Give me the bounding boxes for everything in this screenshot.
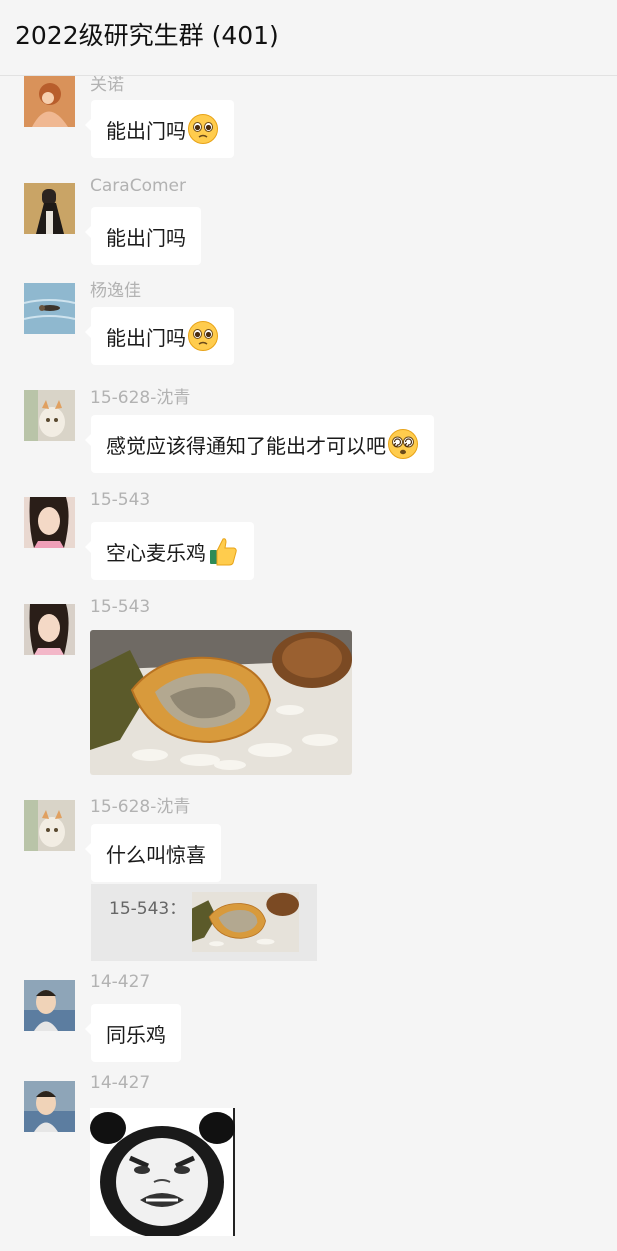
message-text: 能出门吗 — [106, 118, 186, 143]
message-bubble[interactable]: 能出门吗 — [85, 100, 234, 158]
sender-name: 15-543 — [90, 597, 151, 617]
pleading-face-icon — [188, 114, 218, 144]
chat-title: 2022级研究生群 (401) — [15, 21, 279, 50]
avatar[interactable] — [24, 604, 75, 655]
quote-sender: 15-543： — [109, 899, 187, 919]
thumbs-up-icon — [210, 538, 237, 566]
quoted-photo-thumbnail[interactable] — [192, 892, 299, 952]
message-bubble[interactable]: 感觉应该得通知了能出才可以吧 — [85, 415, 434, 473]
panda-meme-sticker[interactable] — [90, 1108, 235, 1236]
avatar[interactable] — [24, 497, 75, 548]
sender-name: 15-628-沈青 — [90, 388, 191, 408]
sender-name: 杨逸佳 — [90, 281, 141, 301]
quoted-message[interactable]: 15-543： — [91, 884, 317, 961]
message-bubble[interactable]: 能出门吗 — [85, 207, 201, 265]
avatar[interactable] — [24, 980, 75, 1031]
message-list[interactable]: 关诺 能出门吗 CaraComer 能出门吗 杨逸佳 能出门吗 15-628-沈… — [0, 76, 617, 1251]
sender-name: CaraComer — [90, 176, 186, 196]
avatar[interactable] — [24, 390, 75, 441]
message-bubble[interactable]: 空心麦乐鸡 — [85, 522, 254, 580]
message-text: 空心麦乐鸡 — [106, 540, 206, 565]
dizzy-face-icon — [388, 429, 418, 459]
avatar[interactable] — [24, 1081, 75, 1132]
avatar[interactable] — [24, 183, 75, 234]
sender-name: 15-628-沈青 — [90, 797, 191, 817]
sender-name: 15-543 — [90, 490, 151, 510]
message-text: 同乐鸡 — [106, 1022, 166, 1047]
message-text: 能出门吗 — [106, 225, 186, 250]
message-text: 能出门吗 — [106, 325, 186, 350]
message-text: 什么叫惊喜 — [106, 842, 206, 867]
message-text: 感觉应该得通知了能出才可以吧 — [106, 433, 386, 458]
avatar[interactable] — [24, 800, 75, 851]
chat-header: 2022级研究生群 (401) — [0, 0, 617, 76]
sender-name: 14-427 — [90, 1073, 151, 1093]
message-bubble[interactable]: 能出门吗 — [85, 307, 234, 365]
sender-name: 14-427 — [90, 972, 151, 992]
sender-name: 关诺 — [90, 76, 124, 95]
message-bubble[interactable]: 什么叫惊喜 — [85, 824, 221, 882]
message-bubble[interactable]: 同乐鸡 — [85, 1004, 181, 1062]
pleading-face-icon — [188, 321, 218, 351]
fried-nugget-photo[interactable] — [90, 630, 352, 775]
avatar[interactable] — [24, 76, 75, 127]
avatar[interactable] — [24, 283, 75, 334]
